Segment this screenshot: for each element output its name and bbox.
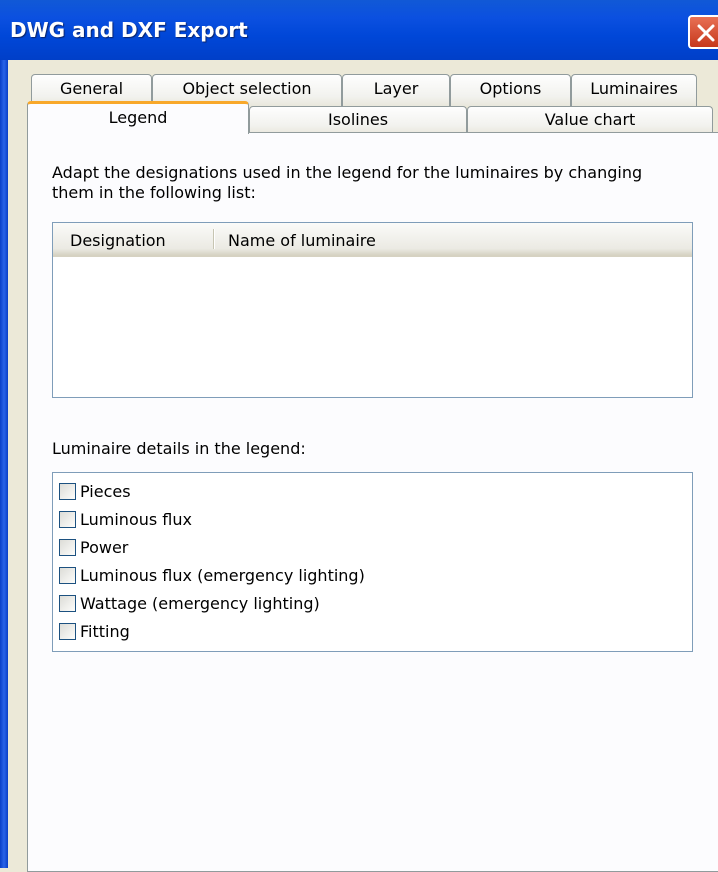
check-item-luminous-flux[interactable]: Luminous flux — [59, 507, 192, 531]
checkbox[interactable] — [59, 566, 76, 584]
tab-legend[interactable]: Legend — [27, 101, 249, 134]
tab-label: Isolines — [327, 110, 389, 129]
tab-label: General — [59, 79, 124, 98]
list-header: Designation Name of luminaire — [53, 223, 692, 257]
title-bar: DWG and DXF Export — [0, 0, 718, 60]
details-label: Luminaire details in the legend: — [52, 439, 306, 458]
column-header-designation[interactable]: Designation — [70, 231, 166, 250]
instruction-line-2: them in the following list: — [52, 183, 256, 202]
tab-label: Options — [479, 79, 542, 98]
check-item-wattage-emergency[interactable]: Wattage (emergency lighting) — [59, 591, 320, 615]
tab-label: Luminaires — [590, 79, 678, 98]
checkbox[interactable] — [59, 482, 76, 500]
instruction-line-1: Adapt the designations used in the legen… — [52, 163, 643, 182]
tab-layer[interactable]: Layer — [342, 74, 450, 106]
window-frame-left — [0, 60, 8, 868]
tab-label: Object selection — [182, 79, 312, 98]
tab-isolines[interactable]: Isolines — [249, 106, 467, 134]
check-item-luminous-flux-emergency[interactable]: Luminous flux (emergency lighting) — [59, 563, 365, 587]
window-title: DWG and DXF Export — [10, 18, 248, 42]
checkbox[interactable] — [59, 538, 76, 556]
check-item-pieces[interactable]: Pieces — [59, 479, 131, 503]
column-divider[interactable] — [213, 229, 215, 249]
check-item-label: Luminous flux (emergency lighting) — [80, 565, 365, 585]
check-item-label: Wattage (emergency lighting) — [80, 593, 320, 613]
luminaire-details-checklist: Pieces Luminous flux Power Luminous flux… — [52, 472, 693, 652]
check-item-power[interactable]: Power — [59, 535, 128, 559]
tab-options[interactable]: Options — [450, 74, 571, 106]
tab-label: Legend — [108, 108, 168, 127]
instruction-text: Adapt the designations used in the legen… — [52, 163, 642, 203]
checkbox[interactable] — [59, 594, 76, 612]
tab-value-chart[interactable]: Value chart — [467, 106, 713, 134]
checkbox[interactable] — [59, 622, 76, 640]
designation-list[interactable]: Designation Name of luminaire — [52, 222, 693, 398]
checkbox[interactable] — [59, 510, 76, 528]
tab-label: Value chart — [544, 110, 636, 129]
column-header-name-of-luminaire[interactable]: Name of luminaire — [228, 231, 376, 250]
check-item-label: Pieces — [80, 481, 131, 501]
close-button[interactable] — [688, 15, 718, 49]
tab-luminaires[interactable]: Luminaires — [571, 74, 697, 106]
check-item-fitting[interactable]: Fitting — [59, 619, 130, 643]
check-item-label: Luminous flux — [80, 509, 192, 529]
check-item-label: Fitting — [80, 621, 130, 641]
tab-label: Layer — [373, 79, 419, 98]
close-icon — [697, 24, 715, 42]
check-item-label: Power — [80, 537, 129, 557]
